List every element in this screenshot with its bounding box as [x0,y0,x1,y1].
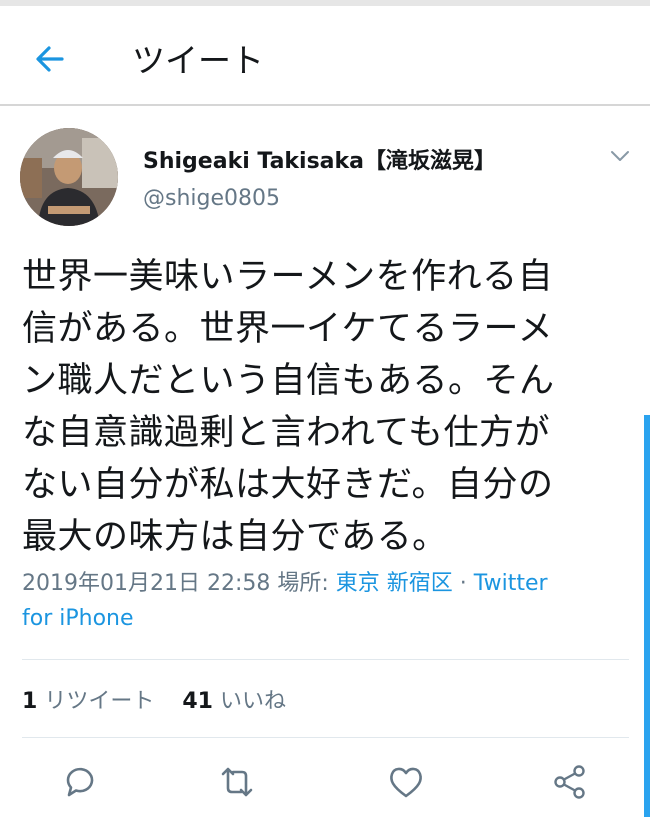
page-title: ツイート [132,41,264,80]
tweet-text-line: 世界一美味いラーメンを作れる自 [22,257,554,297]
tweet-text-line: ン職人だという自信もある。そん [22,361,555,401]
reply-icon [66,767,94,797]
action-bar [0,760,650,810]
likes-count: 41 [182,689,213,714]
scrollbar[interactable] [644,415,650,817]
tweet-meta: 2019年01月21日 22:58 場所: 東京 新宿区 · Twitter f… [22,566,637,636]
user-display-name[interactable]: Shigeaki Takisaka【滝坂滋晃】 [143,143,496,175]
tweet-text-line: な自意識過剰と言われても仕方が [22,413,550,453]
location-label: 場所: [277,571,329,596]
divider [22,659,629,660]
client-link[interactable]: Twitter [474,571,548,596]
likes-label: いいね [219,689,286,714]
tweet-text-line: 信がある。世界一イケてるラーメ [22,309,554,349]
share-button[interactable] [548,760,592,804]
divider [22,737,629,738]
arrow-left-icon [36,46,64,72]
chevron-down-icon [611,151,629,161]
back-button[interactable] [30,39,70,79]
retweet-button[interactable] [215,760,259,804]
reply-button[interactable] [58,760,102,804]
meta-separator: · [459,571,467,596]
like-button[interactable] [384,760,428,804]
retweets-stat[interactable]: 1 リツイート [22,689,154,714]
location-link[interactable]: 東京 新宿区 [336,571,453,596]
tweet-text: 世界一美味いラーメンを作れる自 信がある。世界一イケてるラーメ ン職人だという自… [22,251,634,563]
tweet-text-line: 最大の味方は自分である。 [22,517,448,557]
more-options-button[interactable] [606,146,634,166]
retweet-icon [221,767,253,797]
tweet-text-line: ない自分が私は大好きだ。自分の [22,465,554,505]
likes-stat[interactable]: 41 いいね [182,689,286,714]
header-bar: ツイート [0,6,650,106]
tweet-datetime: 2019年01月21日 22:58 [22,571,271,596]
retweets-count: 1 [22,689,38,714]
heart-icon [390,767,422,798]
avatar-photo [20,128,118,226]
share-icon [554,765,585,799]
avatar[interactable] [20,128,118,226]
retweets-label: リツイート [44,689,155,714]
tweet-stats: 1 リツイート 41 いいね [22,683,286,715]
client-link-cont[interactable]: for iPhone [22,606,134,631]
user-handle[interactable]: @shige0805 [143,186,280,211]
